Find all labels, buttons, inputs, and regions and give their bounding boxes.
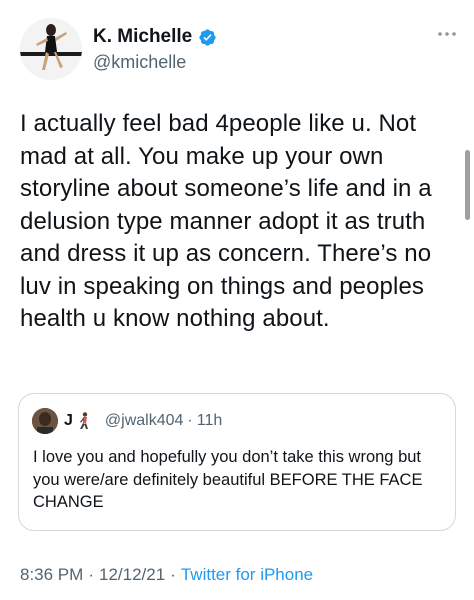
- tweet-header: K. Michelle @kmichelle: [20, 18, 460, 82]
- scrollbar[interactable]: [465, 150, 470, 220]
- tweet-date[interactable]: 12/12/21: [99, 565, 165, 585]
- quoted-tweet-text: I love you and hopefully you don’t take …: [33, 448, 423, 511]
- quoted-author-name[interactable]: J: [64, 412, 73, 430]
- quoted-tweet[interactable]: J @jwalk404 · 11h I love you and hopeful…: [18, 393, 456, 531]
- author-avatar-image: [20, 18, 82, 80]
- author-display-name[interactable]: K. Michelle: [93, 26, 192, 48]
- tweet-meta: 8:36 PM · 12/12/21 · Twitter for iPhone: [20, 565, 313, 585]
- tweet-time[interactable]: 8:36 PM: [20, 565, 83, 585]
- quoted-separator: ·: [187, 412, 193, 429]
- author-avatar[interactable]: [20, 18, 82, 80]
- tweet-text: I actually feel bad 4people like u. Not …: [20, 110, 432, 332]
- quoted-author-avatar[interactable]: [32, 408, 58, 434]
- verified-badge-icon: [198, 28, 217, 47]
- author-handle[interactable]: @kmichelle: [93, 52, 186, 73]
- quoted-author-handle[interactable]: @jwalk404: [105, 412, 184, 430]
- tweet-card: K. Michelle @kmichelle I actually feel b…: [0, 0, 474, 600]
- author-name-row: K. Michelle: [93, 26, 217, 48]
- more-options-icon[interactable]: [436, 26, 458, 42]
- quoted-tweet-header: J @jwalk404 · 11h: [32, 408, 222, 434]
- tweet-source-link[interactable]: Twitter for iPhone: [181, 565, 313, 585]
- quoted-timestamp[interactable]: 11h: [197, 412, 223, 430]
- meta-separator: ·: [88, 565, 94, 584]
- person-walking-emoji-icon: [77, 412, 91, 430]
- meta-separator: ·: [170, 565, 176, 584]
